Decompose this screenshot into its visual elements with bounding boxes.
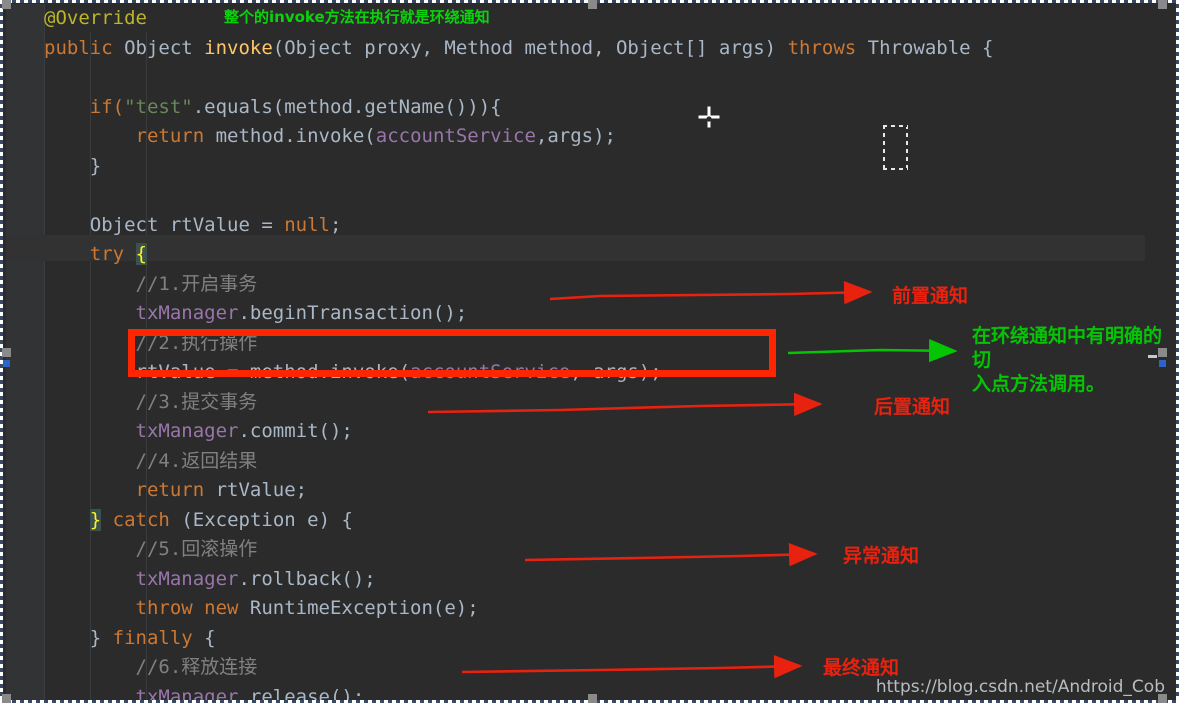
code-token: @Override [44,7,147,29]
code-token: txManager [135,302,239,324]
note-after-returning: 后置通知 [874,396,951,418]
selection-handle-top-middle[interactable] [588,0,597,9]
code-token: (Object proxy, Method method, Object[] a… [272,36,788,59]
code-token: //5.回滚操作 [135,538,258,560]
move-crosshair-cursor [697,105,721,129]
code-token: return [135,125,216,147]
code-token: "test" [124,95,193,118]
code-token: { [135,243,147,265]
code-line: } finally { [44,624,1145,654]
code-token: .rollback(); [238,567,376,590]
code-token: rtValue; [215,479,308,501]
highlight-box [128,329,776,377]
code-token: accountService [375,125,536,147]
note-after-throwing: 异常通知 [843,545,920,567]
code-token: if( [89,95,125,118]
code-token: .commit(); [238,420,353,442]
code-token: RuntimeException(e); [249,597,479,619]
code-token: //6.释放连接 [135,656,258,678]
selection-handle-left-middle[interactable] [2,348,11,357]
selection-handle-top-right[interactable] [1158,0,1167,9]
code-line: try { [44,240,1145,270]
code-token: Object rtValue = [89,213,285,236]
note-after-advice: 最终通知 [823,657,900,679]
code-line: if("test".equals(method.getName())){ [44,93,1145,123]
code-line: throw new RuntimeException(e); [44,594,1145,624]
code-token: public [44,36,125,59]
code-line: Object rtValue = null; [44,211,1145,241]
code-token: throw new [135,597,250,619]
code-line: } [44,152,1145,182]
code-token: catch [112,508,182,531]
code-token: Throwable { [867,36,994,59]
selection-handle-bottom-right[interactable] [1158,694,1167,703]
selection-handle-right-middle[interactable] [1158,348,1167,357]
code-token: //3.提交事务 [135,390,258,413]
code-token: //1.开启事务 [135,272,258,295]
code-token: invoke [204,36,273,59]
watermark-url: https://blog.csdn.net/Android_Cob [875,677,1165,697]
code-line: return method.invoke(accountService,args… [44,122,1145,152]
selection-marquee [883,125,908,170]
code-token: ,args); [535,125,616,147]
selection-handle-top-left[interactable] [2,0,11,9]
code-token: return [135,479,216,501]
code-token: txManager [135,685,239,701]
note-before-advice: 前置通知 [892,285,969,307]
code-token: .equals(method.getName())){ [192,95,502,118]
code-token: method.invoke( [215,125,376,147]
code-token: (Exception e) { [181,508,353,531]
selection-handle-bottom-middle[interactable] [588,694,597,703]
code-token: .beginTransaction(); [238,302,468,324]
code-line: txManager.commit(); [44,417,1145,447]
code-token: //4.返回结果 [135,449,258,472]
code-line: public Object invoke(Object proxy, Metho… [44,34,1145,64]
code-token: { [204,626,216,649]
code-line: return rtValue; [44,476,1145,506]
code-token: } [89,626,113,649]
note-top-comment: 整个的invoke方法在执行就是环绕通知 [224,8,490,26]
code-line: //5.回滚操作 [44,535,1145,565]
code-token: } [89,154,102,177]
code-token: null [284,213,330,236]
code-token: .release(); [238,685,365,701]
code-line: } catch (Exception e) { [44,506,1145,536]
code-token: txManager [135,567,239,590]
note-around-advice: 在环绕通知中有明确的切 入点方法调用。 [972,325,1163,395]
code-line: //4.返回结果 [44,447,1145,477]
code-token: finally [112,626,205,649]
code-line: //1.开启事务 [44,270,1145,300]
code-token: throws [787,36,868,59]
code-token: try [89,243,136,265]
code-line: txManager.rollback(); [44,565,1145,595]
editor-gutter [6,4,44,700]
screenshot-canvas: @Override public Object invoke(Object pro… [0,0,1179,703]
code-token: txManager [135,420,239,442]
selection-anchor-right[interactable] [1159,360,1166,367]
selection-handle-bottom-left[interactable] [2,694,11,703]
code-token: Object [124,36,205,59]
code-token: } [89,508,102,531]
selection-anchor-left[interactable] [3,360,10,367]
code-token: ; [330,213,342,236]
